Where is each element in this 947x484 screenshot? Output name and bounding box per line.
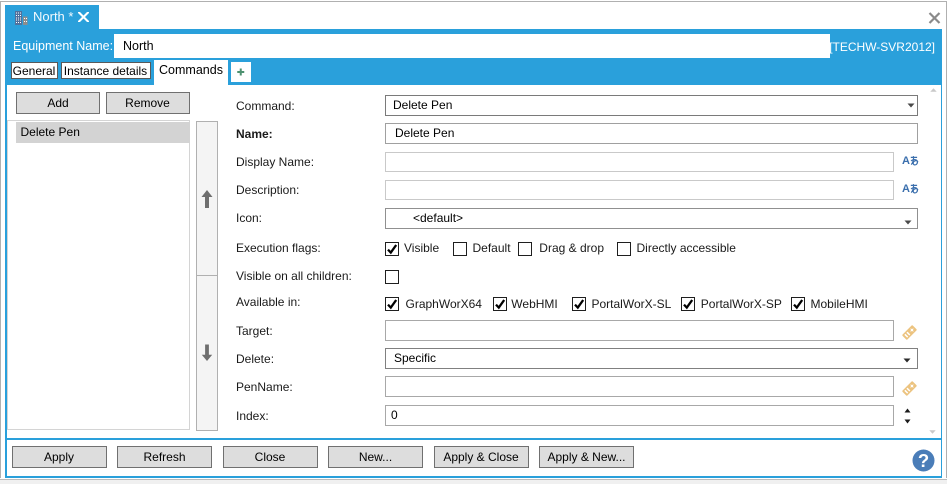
svg-text:?: ? (918, 450, 929, 471)
